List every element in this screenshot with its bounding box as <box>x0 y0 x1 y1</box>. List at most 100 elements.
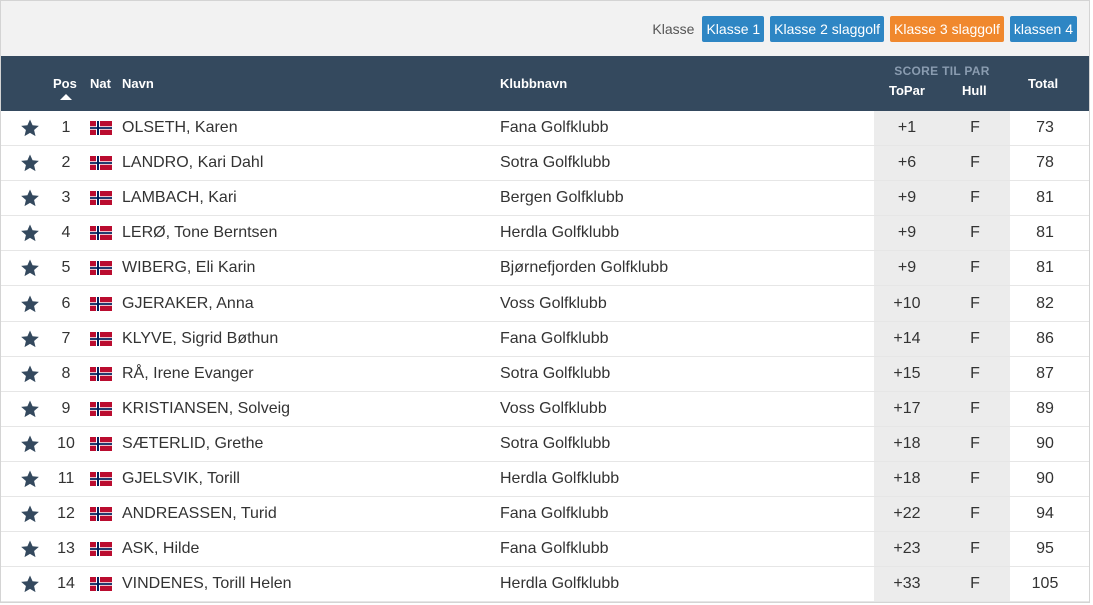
favorite-star-icon[interactable] <box>19 357 41 391</box>
favorite-star-icon[interactable] <box>19 251 41 285</box>
table-row[interactable]: 4 LERØ, Tone Berntsen Herdla Golfklubb +… <box>1 216 1089 252</box>
topar-cell: +9 <box>874 181 940 216</box>
topar-cell: +23 <box>874 532 940 567</box>
header-hull[interactable]: Hull <box>962 83 987 98</box>
header-name[interactable]: Navn <box>122 76 154 91</box>
table-row[interactable]: 5 WIBERG, Eli Karin Bjørnefjorden Golfkl… <box>1 251 1089 287</box>
total-cell: 89 <box>1036 399 1054 417</box>
player-name[interactable]: GJERAKER, Anna <box>122 286 254 320</box>
table-row[interactable]: 1 OLSETH, Karen Fana Golfklubb +1 F 73 <box>1 111 1089 147</box>
table-row[interactable]: 2 LANDRO, Kari Dahl Sotra Golfklubb +6 F… <box>1 146 1089 182</box>
class-3-slaggolf-button[interactable]: Klasse 3 slaggolf <box>890 16 1004 42</box>
player-name[interactable]: SÆTERLID, Grethe <box>122 427 263 461</box>
total-cell: 86 <box>1036 329 1054 347</box>
favorite-star-icon[interactable] <box>19 462 41 496</box>
table-row[interactable]: 6 GJERAKER, Anna Voss Golfklubb +10 F 82 <box>1 286 1089 322</box>
position-cell: 4 <box>61 224 71 242</box>
club-name: Sotra Golfklubb <box>500 154 611 172</box>
favorite-star-icon[interactable] <box>19 392 41 426</box>
position-cell: 2 <box>61 154 71 172</box>
norway-flag-icon <box>90 462 112 496</box>
club-name: Voss Golfklubb <box>500 294 607 312</box>
hull-cell: F <box>940 497 1010 532</box>
table-row[interactable]: 10 SÆTERLID, Grethe Sotra Golfklubb +18 … <box>1 426 1089 462</box>
header-club[interactable]: Klubbnavn <box>500 76 567 91</box>
favorite-star-icon[interactable] <box>19 427 41 461</box>
table-row[interactable]: 7 KLYVE, Sigrid Bøthun Fana Golfklubb +1… <box>1 321 1089 357</box>
favorite-star-icon[interactable] <box>19 497 41 531</box>
class-2-slaggolf-button[interactable]: Klasse 2 slaggolf <box>770 16 884 42</box>
player-name[interactable]: KLYVE, Sigrid Bøthun <box>122 322 278 356</box>
topar-cell: +18 <box>874 426 940 461</box>
table-row[interactable]: 14 VINDENES, Torill Helen Herdla Golfklu… <box>1 567 1089 603</box>
table-row[interactable]: 9 KRISTIANSEN, Solveig Voss Golfklubb +1… <box>1 391 1089 427</box>
hull-cell: F <box>940 567 1010 602</box>
table-body: 1 OLSETH, Karen Fana Golfklubb +1 F 73 2 <box>1 111 1089 603</box>
favorite-star-icon[interactable] <box>19 181 41 215</box>
header-topar[interactable]: ToPar <box>889 83 925 98</box>
player-name[interactable]: VINDENES, Torill Helen <box>122 567 292 601</box>
total-cell: 73 <box>1036 119 1054 137</box>
table-row[interactable]: 12 ANDREASSEN, Turid Fana Golfklubb +22 … <box>1 497 1089 533</box>
topar-cell: +9 <box>874 251 940 286</box>
total-cell: 82 <box>1036 294 1054 312</box>
hull-cell: F <box>940 391 1010 426</box>
table-row[interactable]: 13 ASK, Hilde Fana Golfklubb +23 F 95 <box>1 532 1089 568</box>
player-name[interactable]: OLSETH, Karen <box>122 111 238 145</box>
total-cell: 90 <box>1036 469 1054 487</box>
norway-flag-icon <box>90 286 112 320</box>
player-name[interactable]: ANDREASSEN, Turid <box>122 497 277 531</box>
position-cell: 3 <box>61 189 71 207</box>
favorite-star-icon[interactable] <box>19 146 41 180</box>
player-name[interactable]: GJELSVIK, Torill <box>122 462 240 496</box>
favorite-star-icon[interactable] <box>19 216 41 250</box>
favorite-star-icon[interactable] <box>19 111 41 145</box>
hull-cell: F <box>940 461 1010 497</box>
norway-flag-icon <box>90 567 112 601</box>
table-row[interactable]: 8 RÅ, Irene Evanger Sotra Golfklubb +15 … <box>1 356 1089 392</box>
header-pos[interactable]: Pos <box>53 76 77 100</box>
hull-cell: F <box>940 251 1010 286</box>
player-name[interactable]: LANDRO, Kari Dahl <box>122 146 263 180</box>
topar-cell: +10 <box>874 286 940 321</box>
club-name: Fana Golfklubb <box>500 119 609 137</box>
club-name: Bergen Golfklubb <box>500 189 624 207</box>
player-name[interactable]: KRISTIANSEN, Solveig <box>122 392 290 426</box>
favorite-star-icon[interactable] <box>19 532 41 566</box>
class-toolbar: Klasse Klasse 1 Klasse 2 slaggolf Klasse… <box>1 1 1089 56</box>
player-name[interactable]: ASK, Hilde <box>122 532 199 566</box>
club-name: Herdla Golfklubb <box>500 224 620 242</box>
favorite-star-icon[interactable] <box>19 286 41 320</box>
sort-ascending-icon <box>60 94 72 100</box>
topar-cell: +18 <box>874 461 940 497</box>
club-name: Sotra Golfklubb <box>500 434 611 452</box>
class-1-button[interactable]: Klasse 1 <box>702 16 765 42</box>
header-total[interactable]: Total <box>1028 76 1058 91</box>
norway-flag-icon <box>90 357 112 391</box>
player-name[interactable]: RÅ, Irene Evanger <box>122 357 254 391</box>
player-name[interactable]: LAMBACH, Kari <box>122 181 237 215</box>
favorite-star-icon[interactable] <box>19 567 41 601</box>
player-name[interactable]: WIBERG, Eli Karin <box>122 251 255 285</box>
player-name[interactable]: LERØ, Tone Berntsen <box>122 216 277 250</box>
total-cell: 81 <box>1036 189 1054 207</box>
class-filter-label: Klasse <box>652 21 695 37</box>
topar-cell: +33 <box>874 567 940 602</box>
header-score-group: SCORE TIL PAR <box>894 64 990 78</box>
table-row[interactable]: 3 LAMBACH, Kari Bergen Golfklubb +9 F 81 <box>1 181 1089 217</box>
topar-cell: +15 <box>874 356 940 391</box>
table-row[interactable]: 11 GJELSVIK, Torill Herdla Golfklubb +18… <box>1 461 1089 498</box>
favorite-star-icon[interactable] <box>19 322 41 356</box>
norway-flag-icon <box>90 251 112 285</box>
hull-cell: F <box>940 321 1010 356</box>
total-cell: 95 <box>1036 540 1054 558</box>
leaderboard-panel: Klasse Klasse 1 Klasse 2 slaggolf Klasse… <box>0 0 1090 603</box>
header-nat[interactable]: Nat <box>90 76 111 91</box>
norway-flag-icon <box>90 497 112 531</box>
class-4-button[interactable]: klassen 4 <box>1009 16 1077 42</box>
position-cell: 12 <box>57 505 75 523</box>
topar-cell: +17 <box>874 391 940 426</box>
total-cell: 81 <box>1036 224 1054 242</box>
topar-cell: +6 <box>874 146 940 181</box>
position-cell: 6 <box>61 294 71 312</box>
